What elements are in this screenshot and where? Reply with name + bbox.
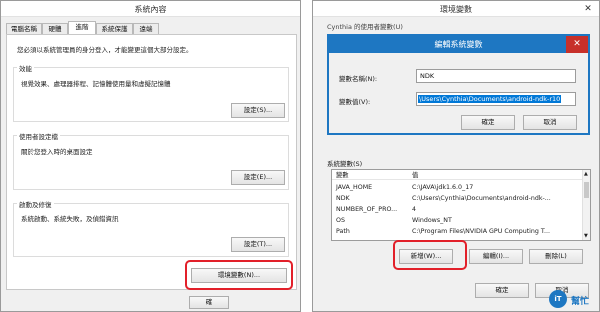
variable-name-field[interactable]: NDK [416,69,576,83]
variable-value-label: 變數值(V): [339,98,371,106]
row-value: Windows_NT [412,217,452,224]
watermark-badge-icon: iT [549,290,567,308]
performance-desc: 視覺效果、處理器排程、記憶體使用量和虛擬記憶體 [21,80,171,88]
row-value: C:\Users\Cynthia\Documents\android-ndk-.… [412,195,551,202]
system-variables-list[interactable]: 變數 值 JAVA_HOME C:\JAVA\jdk1.6.0_17 NDK C… [331,169,591,241]
user-profiles-title: 使用者設定檔 [17,131,60,141]
delete-variable-button[interactable]: 刪除(L) [529,249,583,264]
close-icon[interactable]: ✕ [566,36,588,53]
table-row[interactable]: NUMBER_OF_PRO... 4 [332,205,582,214]
tab-advanced[interactable]: 進階 [68,21,96,35]
performance-settings-button[interactable]: 設定(S)... [231,103,285,118]
system-variables-label: 系統變數(S) [327,160,363,168]
row-value: C:\JAVA\jdk1.6.0_17 [412,184,474,191]
variable-value-selection: \Users\Cynthia\Documents\android-ndk-r10 [418,95,562,103]
system-properties-titlebar[interactable]: 系統內容 [1,1,300,17]
user-variables-label: Cynthia 的使用者變數(U) [327,23,403,31]
watermark-text: 幫忙 [571,297,590,307]
close-icon[interactable]: ✕ [581,3,595,15]
edit-cancel-button[interactable]: 取消 [523,115,577,130]
scroll-thumb[interactable] [584,182,589,198]
advanced-panel: 您必須以系統管理員的身分登入，才能變更這個大部分設定。 效能 視覺效果、處理器排… [6,34,297,290]
edit-system-variable-dialog: 編輯系統變數 ✕ 變數名稱(N): NDK 變數值(V): \Users\Cyn… [327,34,590,135]
startup-recovery-desc: 系統啟動、系統失敗，及偵錯資訊 [21,215,119,223]
row-variable: OS [336,217,345,224]
edit-ok-button[interactable]: 確定 [461,115,515,130]
ok-button[interactable]: 確 [189,296,229,309]
row-value: 4 [412,206,417,213]
column-header-variable[interactable]: 變數 [336,171,349,180]
row-value: C:\Program Files\NVIDIA GPU Computing T.… [412,228,551,235]
row-variable: NDK [336,195,350,202]
list-scrollbar[interactable]: ▲ ▼ [582,170,590,240]
table-row[interactable]: NDK C:\Users\Cynthia\Documents\android-n… [332,194,582,203]
admin-notice: 您必須以系統管理員的身分登入，才能變更這個大部分設定。 [17,46,193,54]
user-profiles-desc: 關於您登入時的桌面設定 [21,148,93,156]
new-button-highlight [393,240,467,270]
variable-value-field[interactable]: \Users\Cynthia\Documents\android-ndk-r10 [416,92,576,106]
startup-recovery-settings-button[interactable]: 設定(T)... [231,237,285,252]
env-window-title: 環境變數 [440,5,472,14]
edit-dialog-titlebar[interactable]: 編輯系統變數 ✕ [329,36,588,53]
edit-dialog-title: 編輯系統變數 [434,40,483,49]
table-row[interactable]: Path C:\Program Files\NVIDIA GPU Computi… [332,227,582,236]
environment-variables-highlight [185,260,293,290]
scroll-up-icon[interactable]: ▲ [584,171,588,177]
startup-recovery-title: 啟動及修復 [17,199,54,209]
window-title: 系統內容 [134,5,167,14]
row-variable: NUMBER_OF_PRO... [336,206,398,213]
list-header: 變數 值 [332,171,582,180]
row-variable: JAVA_HOME [336,184,373,191]
column-header-value[interactable]: 值 [412,171,418,180]
table-row[interactable]: JAVA_HOME C:\JAVA\jdk1.6.0_17 [332,183,582,192]
ithome-watermark: iT 幫忙 [549,288,599,310]
environment-variables-titlebar[interactable]: 環境變數 ✕ [313,1,599,17]
table-row[interactable]: OS Windows_NT [332,216,582,225]
variable-name-label: 變數名稱(N): [339,75,378,83]
scroll-down-icon[interactable]: ▼ [584,233,588,239]
performance-title: 效能 [17,63,34,73]
env-ok-button[interactable]: 確定 [475,283,529,298]
row-variable: Path [336,228,350,235]
user-profiles-settings-button[interactable]: 設定(E)... [231,170,285,185]
edit-variable-button[interactable]: 編輯(I)... [469,249,523,264]
